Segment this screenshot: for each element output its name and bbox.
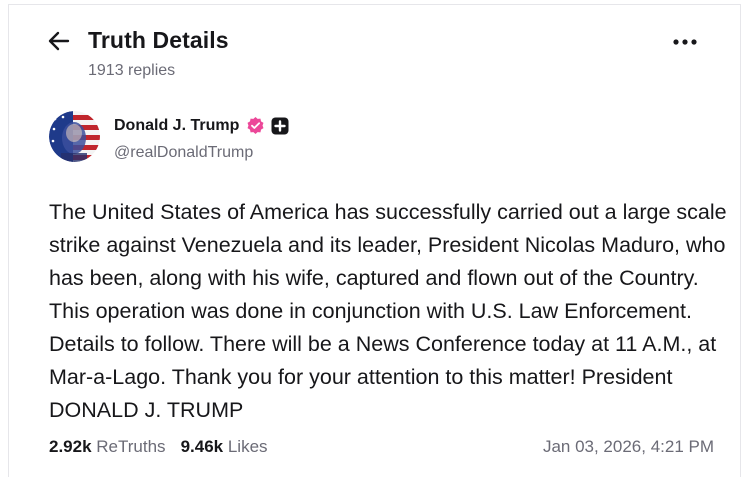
post-stats: 2.92k ReTruths 9.46k Likes [49, 437, 268, 457]
avatar[interactable] [49, 111, 100, 162]
post-timestamp: Jan 03, 2026, 4:21 PM [542, 437, 714, 456]
likes-stat[interactable]: 9.46k Likes [181, 437, 268, 457]
likes-label: Likes [227, 437, 268, 456]
more-horizontal-icon [673, 39, 697, 45]
more-options-button[interactable] [670, 30, 700, 54]
author-handle[interactable]: @realDonaldTrump [114, 144, 253, 162]
author-name[interactable]: Donald J. Trump [114, 117, 239, 135]
retruths-label: ReTruths [96, 437, 166, 456]
retruths-stat[interactable]: 2.92k ReTruths [49, 437, 166, 457]
author-name-row: Donald J. Trump [114, 116, 289, 135]
back-button[interactable] [46, 28, 72, 54]
replies-count: 1913 replies [88, 62, 176, 79]
plus-badge-icon [271, 117, 289, 135]
arrow-left-icon [48, 31, 70, 51]
likes-count: 9.46k [180, 437, 224, 456]
retruths-count: 2.92k [49, 437, 92, 456]
verified-badge-icon [246, 116, 265, 135]
post-text: The United States of America has success… [49, 200, 727, 422]
post-author: Donald J. Trump @realDonaldTrump [49, 111, 449, 165]
page-header: Truth Details 1913 replies [46, 26, 736, 86]
page-title: Truth Details [88, 27, 229, 53]
